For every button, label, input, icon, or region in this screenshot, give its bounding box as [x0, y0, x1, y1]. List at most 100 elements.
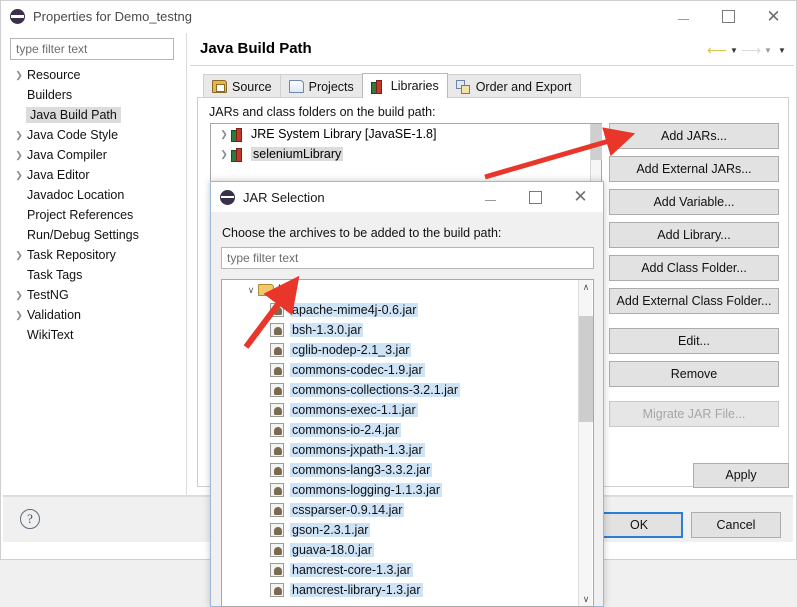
sidebar-item-java-build-path[interactable]: Java Build Path [3, 105, 183, 125]
apply-button[interactable]: Apply [693, 463, 789, 488]
menu-caret-icon[interactable]: ▼ [776, 46, 788, 55]
add-variable-button[interactable]: Add Variable... [609, 189, 779, 215]
jar-file-row[interactable]: commons-io-2.4.jar [222, 420, 593, 440]
chevron-right-icon[interactable]: ❯ [217, 129, 231, 140]
chevron-right-icon[interactable]: ❯ [11, 130, 27, 141]
library-entry[interactable]: ❯ seleniumLibrary [211, 144, 601, 164]
sidebar-item-project-references[interactable]: Project References [3, 205, 183, 225]
tab-libraries[interactable]: Libraries [361, 73, 448, 98]
jar-file-icon [270, 323, 284, 337]
minimize-button[interactable] [661, 1, 706, 32]
jar-file-icon [270, 583, 284, 597]
jar-file-row[interactable]: commons-logging-1.1.3.jar [222, 480, 593, 500]
sidebar-item-java-editor[interactable]: ❯ Java Editor [3, 165, 183, 185]
back-dropdown-caret-icon[interactable]: ▼ [728, 46, 740, 55]
forward-arrow-icon[interactable]: ⟶ [741, 41, 761, 59]
sidebar-filter-input[interactable]: type filter text [10, 38, 174, 60]
screen: Properties for Demo_testng ✕ type filter… [0, 0, 797, 607]
chevron-right-icon[interactable]: ❯ [11, 70, 27, 81]
cancel-button[interactable]: Cancel [691, 512, 781, 538]
scroll-up-icon[interactable]: ∧ [579, 280, 593, 294]
add-jars-button[interactable]: Add JARs... [609, 123, 779, 149]
sidebar-item-java-code-style[interactable]: ❯ Java Code Style [3, 125, 183, 145]
add-external-jars-button[interactable]: Add External JARs... [609, 156, 779, 182]
sidebar-item-label: Project References [27, 208, 134, 222]
jar-file-row[interactable]: guava-18.0.jar [222, 540, 593, 560]
add-library-button[interactable]: Add Library... [609, 222, 779, 248]
button-label: Migrate JAR File... [642, 407, 746, 421]
jar-selection-dialog: JAR Selection ✕ Choose the archives to b… [210, 181, 604, 607]
back-arrow-icon[interactable]: ⟵ [707, 41, 727, 59]
tab-label: Order and Export [475, 79, 572, 94]
jar-maximize-button[interactable] [513, 182, 558, 212]
sidebar-item-run-debug-settings[interactable]: Run/Debug Settings [3, 225, 183, 245]
order-export-icon [455, 80, 471, 94]
jar-file-row[interactable]: cglib-nodep-2.1_3.jar [222, 340, 593, 360]
library-entry-label: seleniumLibrary [251, 147, 344, 161]
jar-file-row[interactable]: hamcrest-library-1.3.jar [222, 580, 593, 600]
chevron-right-icon[interactable]: ❯ [11, 310, 27, 321]
sidebar-item-builders[interactable]: Builders [3, 85, 183, 105]
jar-file-row[interactable]: apache-mime4j-0.6.jar [222, 300, 593, 320]
sidebar-item-java-compiler[interactable]: ❯ Java Compiler [3, 145, 183, 165]
sidebar-item-javadoc-location[interactable]: Javadoc Location [3, 185, 183, 205]
jar-file-row[interactable]: hamcrest-core-1.3.jar [222, 560, 593, 580]
jar-file-row[interactable]: commons-collections-3.2.1.jar [222, 380, 593, 400]
sidebar-item-task-repository[interactable]: ❯ Task Repository [3, 245, 183, 265]
jar-scrollbar-thumb[interactable] [579, 316, 593, 422]
chevron-right-icon[interactable]: ❯ [11, 150, 27, 161]
maximize-button[interactable] [706, 1, 751, 32]
jar-file-tree[interactable]: ∨ libs apache-mime4j-0.6.jar bsh-1.3.0.jar c… [221, 279, 594, 607]
chevron-right-icon[interactable]: ❯ [11, 250, 27, 261]
edit-button[interactable]: Edit... [609, 328, 779, 354]
close-icon[interactable]: ✕ [751, 1, 796, 32]
help-icon[interactable]: ? [20, 509, 40, 529]
jar-file-row[interactable]: bsh-1.3.0.jar [222, 320, 593, 340]
jar-file-row[interactable]: commons-codec-1.9.jar [222, 360, 593, 380]
jar-file-row[interactable]: cssparser-0.9.14.jar [222, 500, 593, 520]
projects-folder-icon [288, 80, 304, 93]
remove-button[interactable]: Remove [609, 361, 779, 387]
chevron-right-icon[interactable]: ❯ [217, 149, 231, 160]
forward-dropdown-caret-icon[interactable]: ▼ [762, 46, 774, 55]
jar-file-icon [270, 423, 284, 437]
tab-source[interactable]: Source [203, 74, 281, 98]
jar-filter-input[interactable]: type filter text [221, 247, 594, 269]
ok-button[interactable]: OK [595, 512, 683, 538]
sidebar-item-label: Java Code Style [27, 128, 119, 142]
button-label: Add Library... [657, 228, 731, 242]
button-label: Add JARs... [661, 129, 727, 143]
sidebar-item-testng[interactable]: ❯ TestNG [3, 285, 183, 305]
add-class-folder-button[interactable]: Add Class Folder... [609, 255, 779, 281]
jar-file-row[interactable]: commons-jxpath-1.3.jar [222, 440, 593, 460]
jar-dialog-window-controls: ✕ [468, 182, 603, 212]
button-label: Add Class Folder... [641, 261, 747, 275]
tab-projects[interactable]: Projects [279, 74, 363, 98]
library-entry[interactable]: ❯ JRE System Library [JavaSE-1.8] [211, 124, 601, 144]
jar-file-label: bsh-1.3.0.jar [290, 323, 364, 337]
chevron-right-icon[interactable]: ❯ [11, 290, 27, 301]
migrate-jar-file-button: Migrate JAR File... [609, 401, 779, 427]
jar-tree-scrollbar[interactable]: ∧ ∨ [578, 280, 593, 606]
sidebar-item-task-tags[interactable]: Task Tags [3, 265, 183, 285]
add-external-class-folder-button[interactable]: Add External Class Folder... [609, 288, 779, 314]
libraries-button-column: Add JARs... Add External JARs... Add Varia… [609, 123, 779, 434]
jar-file-icon [270, 543, 284, 557]
sidebar-item-resource[interactable]: ❯ Resource [3, 65, 183, 85]
sidebar-item-wikitext[interactable]: WikiText [3, 325, 183, 345]
chevron-right-icon[interactable]: ❯ [11, 170, 27, 181]
sidebar-item-validation[interactable]: ❯ Validation [3, 305, 183, 325]
tab-order-and-export[interactable]: Order and Export [446, 74, 581, 98]
build-path-tabs[interactable]: Source Projects Libraries Order and Export [203, 73, 581, 98]
jar-close-icon[interactable]: ✕ [558, 182, 603, 212]
jar-file-row[interactable]: gson-2.3.1.jar [222, 520, 593, 540]
jar-file-icon [270, 403, 284, 417]
scroll-down-icon[interactable]: ∨ [579, 592, 593, 606]
jar-minimize-button[interactable] [468, 182, 513, 212]
scrollbar-thumb[interactable] [591, 124, 602, 160]
chevron-down-icon[interactable]: ∨ [244, 285, 258, 296]
settings-tree[interactable]: ❯ Resource Builders Java Build Path ❯ Java Co… [3, 65, 183, 490]
jar-file-row[interactable]: commons-lang3-3.3.2.jar [222, 460, 593, 480]
jar-file-row[interactable]: commons-exec-1.1.jar [222, 400, 593, 420]
jar-tree-folder-row[interactable]: ∨ libs [222, 280, 593, 300]
